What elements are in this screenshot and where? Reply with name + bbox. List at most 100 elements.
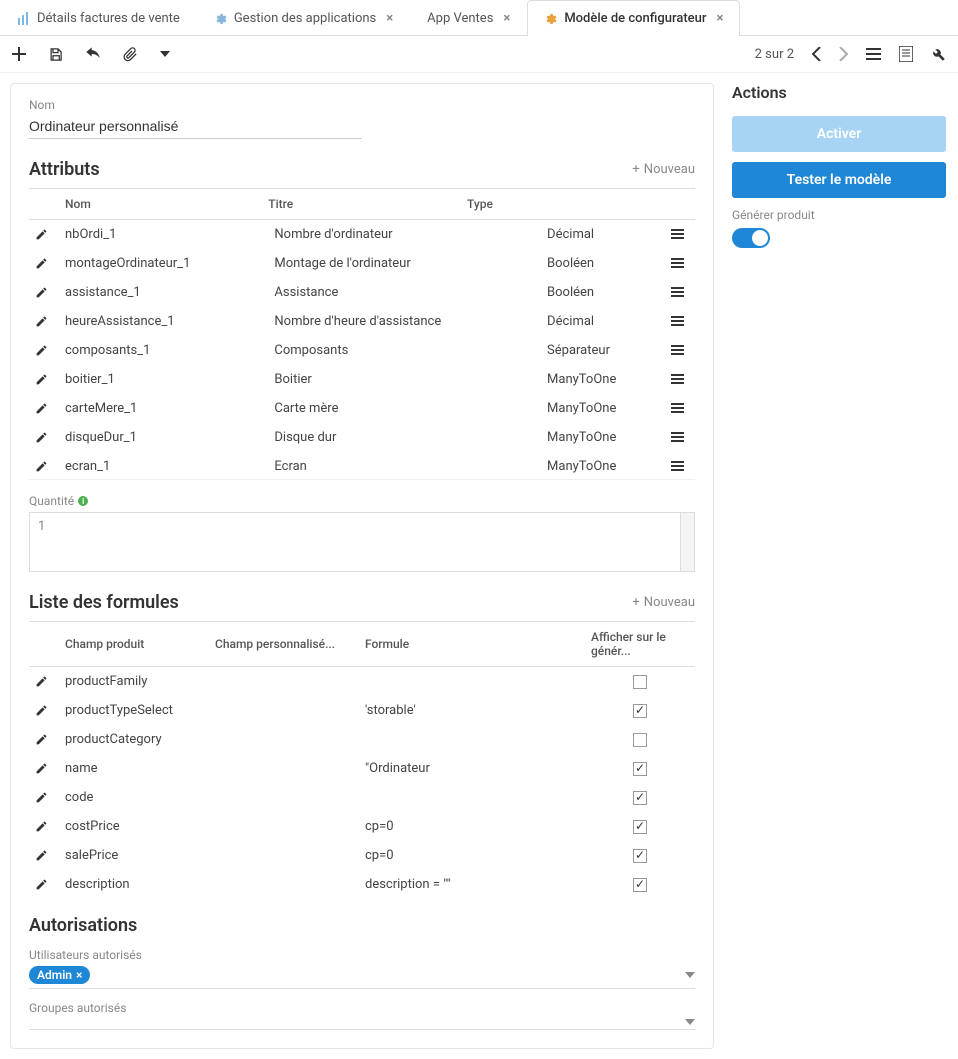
new-formula-button[interactable]: + Nouveau (632, 595, 695, 610)
formula-product: costPrice (59, 812, 209, 841)
actions-sidebar: Actions Activer Tester le modèle Générer… (720, 73, 958, 1059)
attribute-row[interactable]: ecran_1EcranManyToOne (29, 452, 695, 480)
show-checkbox[interactable] (633, 849, 647, 863)
save-button[interactable] (48, 47, 63, 62)
attribute-row[interactable]: nbOrdi_1Nombre d'ordinateurDécimal (29, 220, 695, 249)
edit-icon[interactable] (35, 849, 53, 862)
attr-type: Séparateur (541, 336, 665, 365)
attr-title: Carte mère (268, 394, 541, 423)
drag-handle-icon[interactable] (671, 287, 689, 298)
tab-app-sales[interactable]: App Ventes × (410, 0, 527, 36)
attachment-button[interactable] (123, 47, 138, 62)
quantity-input[interactable]: 1 (29, 512, 695, 572)
new-attribute-button[interactable]: + Nouveau (632, 162, 695, 177)
edit-icon[interactable] (35, 228, 53, 241)
attr-name: composants_1 (59, 336, 268, 365)
edit-icon[interactable] (35, 344, 53, 357)
attribute-row[interactable]: montageOrdinateur_1Montage de l'ordinate… (29, 249, 695, 278)
dropdown-caret-icon[interactable] (685, 1019, 695, 1025)
formula-row[interactable]: descriptiondescription = "" (29, 870, 695, 899)
wrench-button[interactable] (931, 47, 946, 62)
info-icon[interactable]: i (78, 496, 88, 506)
edit-icon[interactable] (35, 373, 53, 386)
add-button[interactable] (12, 47, 26, 61)
formula-row[interactable]: code (29, 783, 695, 812)
attribute-row[interactable]: disqueDur_1Disque durManyToOne (29, 423, 695, 452)
drag-handle-icon[interactable] (671, 258, 689, 269)
edit-icon[interactable] (35, 878, 53, 891)
formula-row[interactable]: salePricecp=0 (29, 841, 695, 870)
attribute-row[interactable]: composants_1ComposantsSéparateur (29, 336, 695, 365)
edit-icon[interactable] (35, 820, 53, 833)
attr-type: ManyToOne (541, 394, 665, 423)
drag-handle-icon[interactable] (671, 403, 689, 414)
edit-icon[interactable] (35, 675, 53, 688)
formula-row[interactable]: name"Ordinateur (29, 754, 695, 783)
drag-handle-icon[interactable] (671, 374, 689, 385)
name-input[interactable] (29, 114, 362, 139)
show-checkbox[interactable] (633, 704, 647, 718)
formula-expr (359, 667, 585, 696)
show-checkbox[interactable] (633, 820, 647, 834)
edit-icon[interactable] (35, 733, 53, 746)
generate-product-toggle[interactable] (732, 228, 770, 248)
show-checkbox[interactable] (633, 675, 647, 689)
undo-button[interactable] (85, 47, 101, 61)
edit-icon[interactable] (35, 315, 53, 328)
drag-handle-icon[interactable] (671, 461, 689, 472)
close-icon[interactable]: × (386, 11, 393, 26)
authorizations-title: Autorisations (29, 915, 695, 936)
attribute-row[interactable]: assistance_1AssistanceBooléen (29, 278, 695, 307)
chip-remove-icon[interactable]: × (76, 968, 82, 982)
generate-product-label: Générer produit (732, 208, 946, 222)
drag-handle-icon[interactable] (671, 432, 689, 443)
show-checkbox[interactable] (633, 791, 647, 805)
edit-icon[interactable] (35, 257, 53, 270)
formula-row[interactable]: productCategory (29, 725, 695, 754)
drag-handle-icon[interactable] (671, 316, 689, 327)
close-icon[interactable]: × (503, 11, 510, 26)
prev-button[interactable] (812, 47, 821, 61)
formula-row[interactable]: costPricecp=0 (29, 812, 695, 841)
formula-row[interactable]: productTypeSelect'storable' (29, 696, 695, 725)
formula-expr: "Ordinateur (359, 754, 585, 783)
formula-custom (209, 754, 359, 783)
quantity-value: 1 (38, 519, 45, 534)
edit-icon[interactable] (35, 704, 53, 717)
dropdown-button[interactable] (160, 51, 170, 57)
formula-product: productCategory (59, 725, 209, 754)
edit-icon[interactable] (35, 402, 53, 415)
show-checkbox[interactable] (633, 878, 647, 892)
formula-custom (209, 841, 359, 870)
show-checkbox[interactable] (633, 733, 647, 747)
scrollbar[interactable] (680, 513, 694, 571)
col-product: Champ produit (59, 622, 209, 667)
next-button[interactable] (839, 47, 848, 61)
attribute-row[interactable]: boitier_1BoitierManyToOne (29, 365, 695, 394)
drag-handle-icon[interactable] (671, 345, 689, 356)
attribute-row[interactable]: carteMere_1Carte mèreManyToOne (29, 394, 695, 423)
dropdown-caret-icon[interactable] (685, 972, 695, 978)
edit-icon[interactable] (35, 791, 53, 804)
attribute-row[interactable]: heureAssistance_1Nombre d'heure d'assist… (29, 307, 695, 336)
show-checkbox[interactable] (633, 762, 647, 776)
plus-icon: + (632, 162, 639, 177)
list-view-button[interactable] (866, 48, 881, 61)
gear-icon (544, 12, 558, 26)
tab-app-management[interactable]: Gestion des applications × (197, 0, 410, 36)
tab-configurator-model[interactable]: Modèle de configurateur × (527, 0, 740, 36)
attr-type: Booléen (541, 278, 665, 307)
form-view-button[interactable] (899, 46, 913, 62)
edit-icon[interactable] (35, 460, 53, 473)
user-chip[interactable]: Admin × (29, 966, 90, 984)
tab-invoice-details[interactable]: Détails factures de vente (0, 0, 197, 36)
edit-icon[interactable] (35, 762, 53, 775)
close-icon[interactable]: × (716, 11, 723, 26)
quantity-label: Quantité i (29, 494, 695, 508)
drag-handle-icon[interactable] (671, 229, 689, 240)
activate-button[interactable]: Activer (732, 116, 946, 152)
formula-row[interactable]: productFamily (29, 667, 695, 696)
test-model-button[interactable]: Tester le modèle (732, 162, 946, 198)
edit-icon[interactable] (35, 431, 53, 444)
edit-icon[interactable] (35, 286, 53, 299)
